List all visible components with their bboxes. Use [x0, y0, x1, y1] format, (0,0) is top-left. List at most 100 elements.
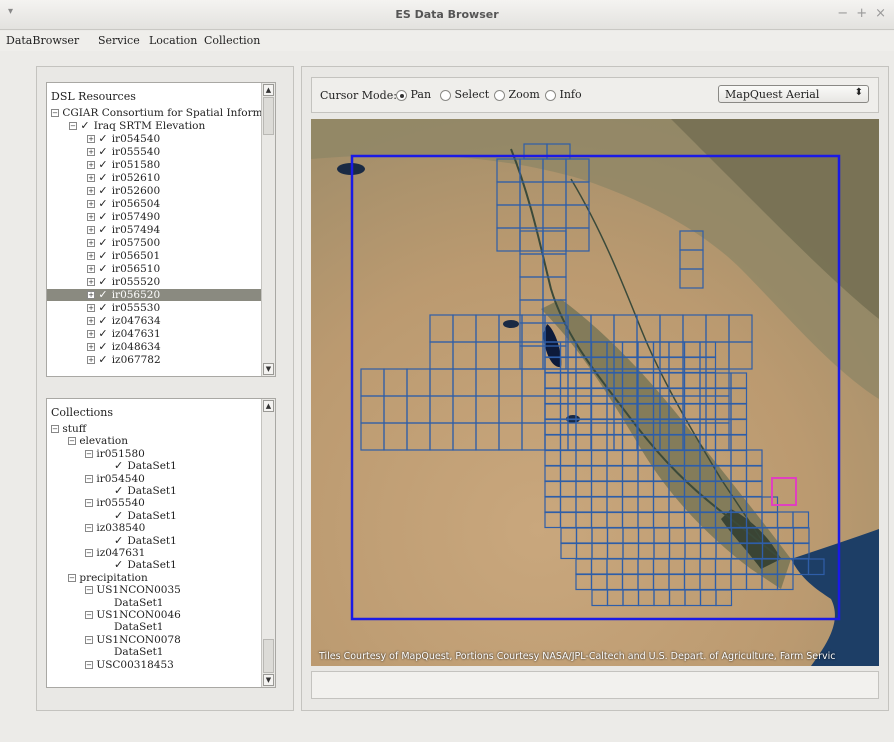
collection-item[interactable]: ✓ DataSet1 — [102, 534, 177, 547]
expand-icon[interactable]: + — [87, 278, 95, 286]
collection-item[interactable]: − US1NCON0035 — [85, 584, 181, 596]
collapse-icon[interactable]: − — [85, 611, 93, 619]
collection-item[interactable]: − USC00318453 — [85, 659, 174, 671]
checkmark-icon[interactable]: ✓ — [98, 289, 108, 301]
expand-icon[interactable]: + — [87, 356, 95, 364]
dsl-item[interactable]: + ✓ ir052600 — [87, 185, 160, 197]
dsl-item[interactable]: + ✓ ir057500 — [87, 237, 160, 249]
expand-icon[interactable]: + — [87, 330, 95, 338]
expand-icon[interactable]: + — [87, 161, 95, 169]
dsl-item[interactable]: + ✓ iz067782 — [87, 354, 161, 366]
dsl-item[interactable]: + ✓ iz048634 — [87, 341, 161, 353]
collapse-icon[interactable]: − — [85, 586, 93, 595]
checkmark-icon[interactable]: ✓ — [114, 485, 124, 497]
map-view[interactable]: Tiles Courtesy of MapQuest, Portions Cou… — [311, 119, 879, 666]
dsl-item[interactable]: + ✓ iz047634 — [87, 315, 161, 327]
checkmark-icon[interactable]: ✓ — [98, 159, 108, 171]
expand-icon[interactable]: + — [87, 187, 95, 195]
checkmark-icon[interactable]: ✓ — [114, 559, 124, 571]
collection-item[interactable]: − elevation — [68, 435, 128, 447]
expand-icon[interactable]: + — [87, 304, 95, 312]
maximize-icon[interactable]: + — [856, 6, 867, 21]
menu-service[interactable]: Service — [98, 34, 140, 47]
minimize-icon[interactable]: − — [837, 6, 848, 21]
collapse-icon[interactable]: − — [68, 573, 76, 582]
collection-item[interactable]: − precipitation — [68, 572, 148, 584]
dsl-resources-tree[interactable]: DSL Resources − CGIAR Consortium for Spa… — [46, 82, 276, 377]
close-icon[interactable]: × — [875, 6, 886, 21]
collection-item[interactable]: − US1NCON0078 — [85, 634, 181, 646]
expand-icon[interactable]: + — [87, 317, 95, 325]
checkmark-icon[interactable]: ✓ — [98, 237, 108, 249]
collection-item[interactable]: ✓ DataSet1 — [102, 509, 177, 522]
collection-item[interactable]: − iz038540 — [85, 522, 145, 534]
collapse-icon[interactable]: − — [51, 109, 59, 117]
scroll-thumb[interactable] — [263, 97, 274, 135]
scroll-down-icon[interactable]: ▼ — [263, 674, 274, 686]
mode-info[interactable]: Info — [545, 88, 582, 101]
collection-item[interactable]: − ir051580 — [85, 448, 145, 460]
collection-item[interactable]: − ir055540 — [85, 497, 145, 509]
checkmark-icon[interactable]: ✓ — [98, 185, 108, 197]
map-canvas[interactable] — [311, 119, 879, 666]
collapse-icon[interactable]: − — [85, 524, 93, 533]
expand-icon[interactable]: + — [87, 343, 95, 351]
collection-item[interactable]: ✓ DataSet1 — [102, 460, 177, 473]
collections-tree[interactable]: Collections − stuff − elevation − ir051580… — [46, 398, 276, 688]
collection-item[interactable]: DataSet1 — [102, 621, 163, 633]
collection-item[interactable]: − ir054540 — [85, 473, 145, 485]
scroll-up-icon[interactable]: ▲ — [263, 400, 274, 412]
collapse-icon[interactable]: − — [85, 635, 93, 644]
dsl-item[interactable]: + ✓ ir057494 — [87, 224, 160, 236]
tree-root-cgiar[interactable]: − CGIAR Consortium for Spatial Inform... — [51, 107, 273, 119]
collapse-icon[interactable]: − — [51, 425, 59, 433]
menu-databrowser[interactable]: DataBrowser — [6, 34, 79, 47]
mode-select[interactable]: Select — [440, 88, 489, 101]
collections-scrollbar[interactable]: ▲ ▼ — [261, 399, 275, 687]
basemap-select[interactable]: MapQuest Aerial ⬍ — [718, 85, 869, 103]
dsl-item[interactable]: + ✓ ir056501 — [87, 250, 160, 262]
menu-location[interactable]: Location — [149, 34, 197, 47]
expand-icon[interactable]: + — [87, 291, 95, 299]
dsl-item[interactable]: + ✓ ir052610 — [87, 172, 160, 184]
dsl-item[interactable]: + ✓ ir056520 — [47, 289, 263, 301]
checkmark-icon[interactable]: ✓ — [114, 509, 124, 522]
radio-icon[interactable] — [440, 89, 451, 101]
mode-pan[interactable]: Pan — [396, 88, 431, 101]
dsl-item[interactable]: + ✓ ir057490 — [87, 211, 160, 223]
dsl-item[interactable]: + ✓ ir056510 — [87, 263, 160, 275]
collection-item[interactable]: ✓ DataSet1 — [102, 559, 177, 572]
checkmark-icon[interactable]: ✓ — [98, 315, 108, 327]
collapse-icon[interactable]: − — [69, 122, 77, 130]
checkmark-icon[interactable]: ✓ — [98, 328, 108, 340]
collapse-icon[interactable]: − — [85, 660, 93, 669]
checkmark-icon[interactable]: ✓ — [98, 211, 108, 223]
checkmark-icon[interactable]: ✓ — [98, 146, 108, 158]
dsl-item[interactable]: + ✓ ir051580 — [87, 159, 160, 171]
dsl-item[interactable]: + ✓ ir055520 — [87, 276, 160, 288]
collapse-icon[interactable]: − — [85, 474, 93, 483]
collection-item[interactable]: − iz047631 — [85, 547, 145, 559]
checkmark-icon[interactable]: ✓ — [98, 250, 108, 262]
dsl-item[interactable]: + ✓ ir054540 — [87, 133, 160, 145]
checkmark-icon[interactable]: ✓ — [114, 460, 124, 472]
checkmark-icon[interactable]: ✓ — [80, 120, 90, 132]
checkmark-icon[interactable]: ✓ — [98, 224, 108, 236]
checkmark-icon[interactable]: ✓ — [98, 198, 108, 210]
checkmark-icon[interactable]: ✓ — [98, 276, 108, 288]
dsl-item[interactable]: + ✓ ir055530 — [87, 302, 160, 314]
checkmark-icon[interactable]: ✓ — [98, 302, 108, 314]
scroll-thumb[interactable] — [263, 639, 274, 673]
scroll-up-icon[interactable]: ▲ — [263, 84, 274, 96]
collapse-icon[interactable]: − — [85, 449, 93, 458]
expand-icon[interactable]: + — [87, 200, 95, 208]
collection-item[interactable]: DataSet1 — [102, 597, 163, 609]
collapse-icon[interactable]: − — [85, 549, 93, 557]
dsl-item[interactable]: + ✓ ir056504 — [87, 198, 160, 210]
expand-icon[interactable]: + — [87, 135, 95, 143]
radio-icon[interactable] — [494, 89, 505, 101]
checkmark-icon[interactable]: ✓ — [98, 133, 108, 145]
collection-item[interactable]: DataSet1 — [102, 646, 163, 658]
dsl-item[interactable]: + ✓ iz047631 — [87, 328, 161, 340]
collection-item[interactable]: − US1NCON0046 — [85, 609, 181, 621]
